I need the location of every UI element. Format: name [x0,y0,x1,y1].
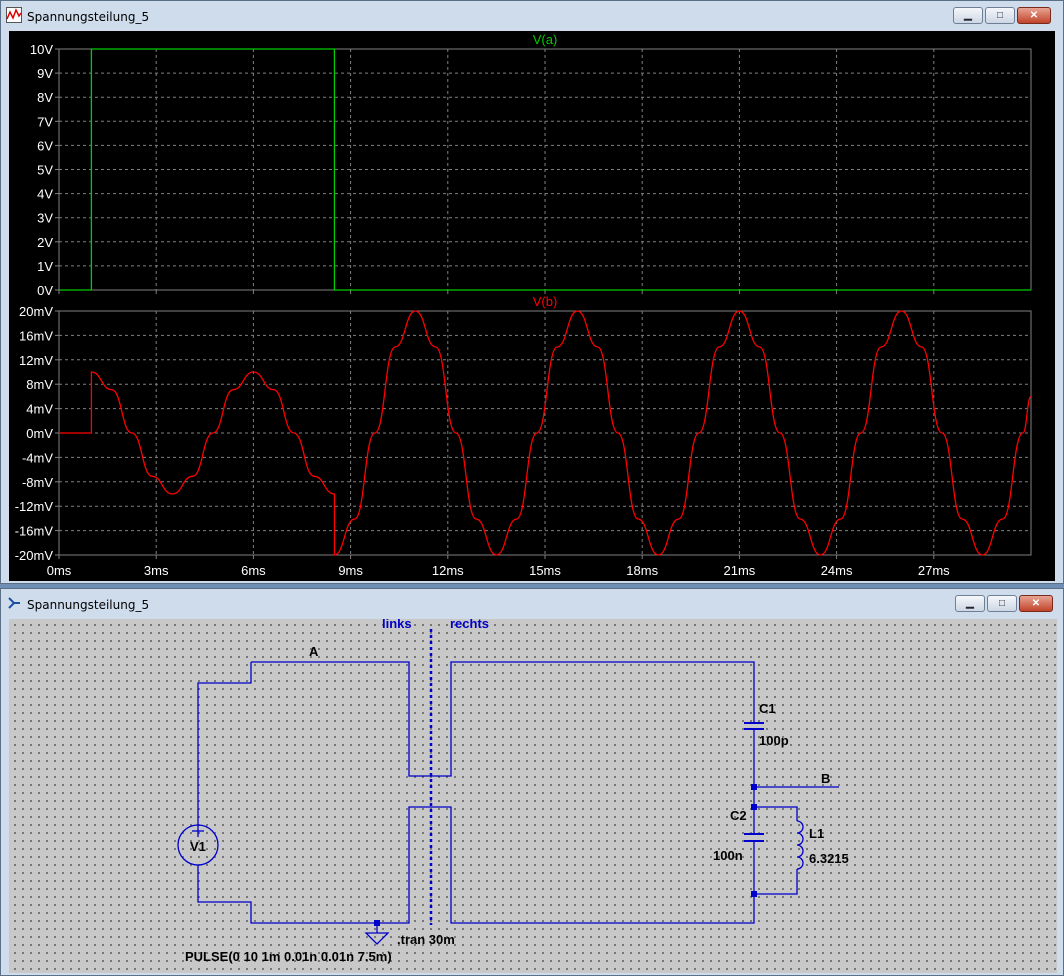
x-tick-label: 0ms [47,563,72,578]
waveform-window[interactable]: Spannungsteilung_5 ▁ □ ✕ 10V 9V 8V 7V 6V 5V 4V… [0,0,1064,584]
maximize-button[interactable]: □ [987,595,1017,612]
wire-l1[interactable] [754,806,798,821]
label-l1-name: L1 [809,826,824,841]
wire-left-lower[interactable] [197,806,755,924]
vb-y-tick-label: -16mV [15,524,54,539]
plot-area[interactable]: 10V 9V 8V 7V 6V 5V 4V 3V 2V 1V 0V V(a) 0ms 3ms 6ms 9ms 1… [9,31,1055,581]
maximize-icon: □ [998,598,1006,609]
va-y-tick-label: 5V [37,163,53,178]
x-tick-label: 9ms [338,563,363,578]
maximize-icon: □ [996,10,1004,21]
vb-y-tick-label: -4mV [22,450,53,465]
plot-pane[interactable]: 10V 9V 8V 7V 6V 5V 4V 3V 2V 1V 0V V(a) 0ms 3ms 6ms 9ms 1… [9,31,1055,581]
vb-y-tick-label: 12mV [19,353,53,368]
label-net-a: A [309,644,319,659]
vb-y-tick-label: 16mV [19,328,53,343]
waveform-app-icon [6,7,22,23]
vb-trace-title[interactable]: V(b) [533,294,558,309]
x-tick-label: 15ms [529,563,561,578]
x-tick-label: 3ms [144,563,169,578]
minimize-button[interactable]: ▁ [955,595,985,612]
va-y-tick-label: 9V [37,66,53,81]
capacitor-c2[interactable] [744,833,764,842]
close-button[interactable]: ✕ [1017,7,1051,24]
wire-left-loop[interactable] [251,661,755,777]
va-y-tick-label: 3V [37,211,53,226]
minimize-icon: ▁ [966,598,974,609]
schematic-titlebar[interactable]: Spannungsteilung_5 ▁ □ ✕ [1,589,1063,619]
x-tick-label: 24ms [821,563,853,578]
x-tick-label: 27ms [918,563,950,578]
vb-y-tick-label: 0mV [26,426,53,441]
label-rechts: rechts [450,619,489,631]
va-y-tick-label: 1V [37,259,53,274]
label-c1-name: C1 [759,701,776,716]
minimize-button[interactable]: ▁ [953,7,983,24]
x-tick-label: 6ms [241,563,266,578]
va-trace-title[interactable]: V(a) [533,32,558,47]
waveform-window-title: Spannungsteilung_5 [27,10,150,24]
waveform-titlebar[interactable]: Spannungsteilung_5 ▁ □ ✕ [1,1,1063,31]
schematic-canvas[interactable]: links rechts A C1 100p B C2 100n L1 6.32… [9,619,1057,973]
schematic-window[interactable]: Spannungsteilung_5 ▁ □ ✕ links rechts A … [0,588,1064,976]
va-y-tick-label: 8V [37,90,53,105]
label-links: links [382,619,412,631]
close-button[interactable]: ✕ [1019,595,1053,612]
vb-y-tick-label: 20mV [19,304,53,319]
label-v1-name: V1 [190,839,206,854]
minimize-icon: ▁ [964,10,972,21]
x-tick-label: 18ms [626,563,658,578]
vb-y-tick-label: -12mV [15,499,54,514]
vb-y-tick-label: -8mV [22,475,53,490]
schematic-app-icon [8,597,20,609]
close-icon: ✕ [1029,10,1039,21]
wire-l1-bottom[interactable] [754,869,798,895]
inductor-l1[interactable] [796,820,804,870]
x-tick-label: 12ms [432,563,464,578]
maximize-button[interactable]: □ [985,7,1015,24]
label-net-b: B [821,771,830,786]
x-tick-label: 21ms [724,563,756,578]
va-y-tick-label: 7V [37,114,53,129]
label-c2-name: C2 [730,808,747,823]
va-y-tick-label: 2V [37,235,53,250]
vb-y-tick-label: 8mV [26,377,53,392]
va-y-tick-label: 6V [37,138,53,153]
vb-y-tick-label: 4mV [26,402,53,417]
schematic-drawing[interactable]: links rechts A C1 100p B C2 100n L1 6.32… [9,619,1057,973]
label-c1-value: 100p [759,733,789,748]
va-y-tick-label: 4V [37,187,53,202]
label-l1-value: 6.3215 [809,851,849,866]
label-pulse: PULSE(0 10 1m 0.01n 0.01n 7.5m) [185,949,392,964]
schematic-window-title: Spannungsteilung_5 [27,598,150,612]
capacitor-c1[interactable] [744,722,764,730]
close-icon: ✕ [1031,598,1041,609]
va-y-tick-label: 0V [37,283,53,298]
label-tran: .tran 30m [397,932,455,947]
ground-symbol[interactable] [364,932,390,945]
label-c2-value: 100n [713,848,743,863]
wire-left-upper[interactable] [197,662,252,825]
vb-y-tick-label: -20mV [15,548,54,563]
va-y-tick-label: 10V [30,42,53,57]
